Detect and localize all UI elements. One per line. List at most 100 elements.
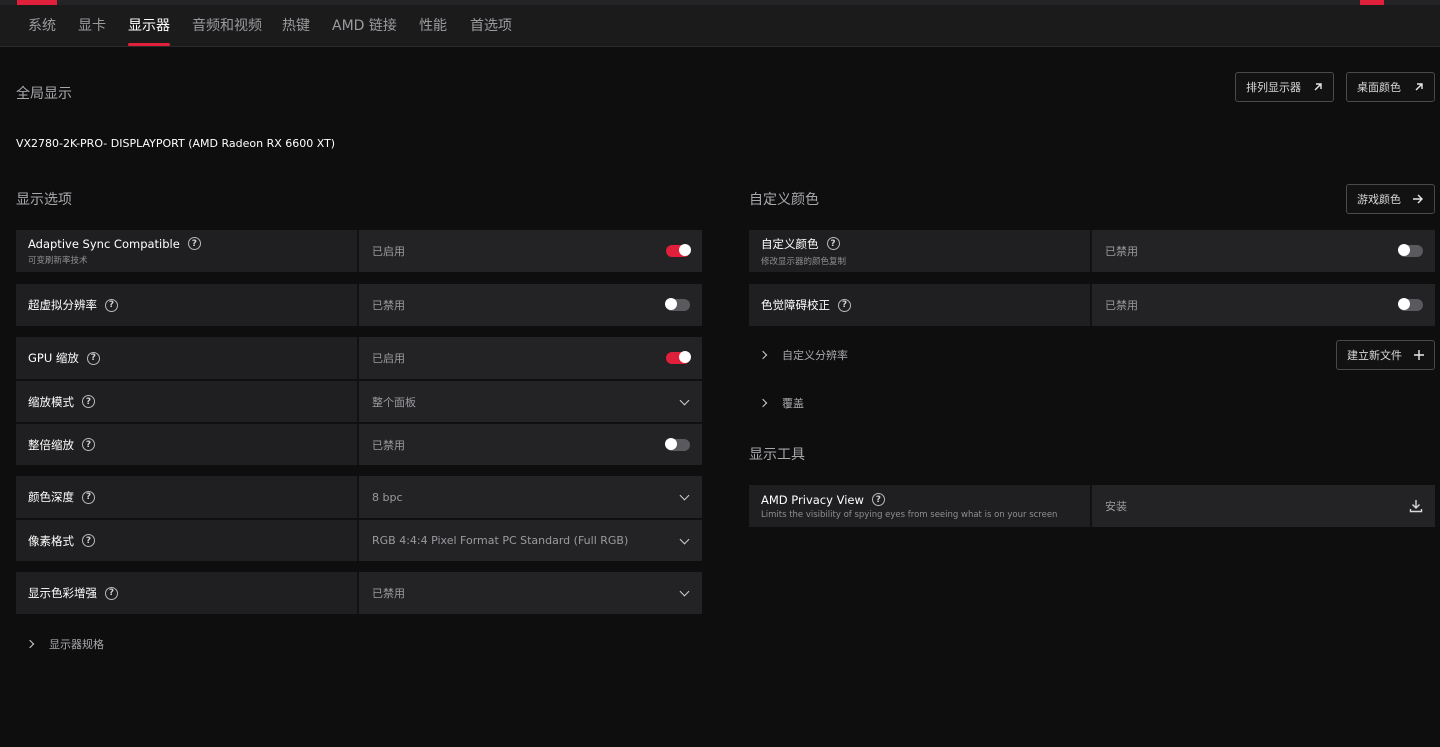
arrow-right-icon bbox=[1413, 194, 1423, 204]
scaling-mode-dropdown[interactable]: 整个面板 bbox=[359, 381, 702, 422]
plus-icon bbox=[1414, 350, 1424, 360]
override-expander[interactable]: 覆盖 bbox=[760, 395, 804, 411]
custom-color-value: 已禁用 bbox=[1105, 245, 1138, 258]
tab-bar: 系统 显卡 显示器 音频和视频 热键 AMD 链接 性能 首选项 bbox=[0, 5, 1440, 47]
help-circle-icon[interactable]: ? bbox=[82, 534, 95, 547]
new-file-button[interactable]: 建立新文件 bbox=[1336, 340, 1435, 370]
toggle-knob bbox=[679, 244, 691, 256]
tab-preferences[interactable]: 首选项 bbox=[470, 5, 512, 47]
custom-color-value-cell: 已禁用 bbox=[1092, 230, 1435, 272]
vsr-value: 已禁用 bbox=[372, 299, 405, 312]
privacy-view-label-line: AMD Privacy View? bbox=[761, 493, 1078, 507]
custom-color-toggle[interactable] bbox=[1398, 244, 1423, 257]
custom-color-heading: 自定义颜色 bbox=[749, 192, 819, 208]
pixel-format-row: 像素格式? RGB 4:4:4 Pixel Format PC Standard… bbox=[16, 519, 702, 561]
help-circle-icon[interactable]: ? bbox=[187, 237, 201, 250]
adaptive-sync-row: Adaptive Sync Compatible? 可变刷新率技术 已启用 bbox=[16, 230, 702, 272]
color-depth-label: 颜色深度 bbox=[28, 490, 74, 504]
color-enhancement-label: 显示色彩增强 bbox=[28, 586, 97, 600]
pixel-format-label-line: 像素格式? bbox=[28, 533, 345, 549]
scaling-mode-label: 缩放模式 bbox=[28, 394, 74, 409]
arrange-displays-button[interactable]: 排列显示器 bbox=[1235, 72, 1334, 102]
tab-hotkeys[interactable]: 热键 bbox=[282, 5, 310, 47]
integer-scaling-toggle[interactable] bbox=[665, 437, 690, 451]
help-circle-icon[interactable]: ? bbox=[105, 586, 118, 600]
pixel-format-label-cell: 像素格式? bbox=[16, 520, 359, 561]
pixel-format-label: 像素格式 bbox=[28, 533, 74, 548]
toggle-knob bbox=[679, 351, 691, 363]
custom-resolution-expander[interactable]: 自定义分辨率 bbox=[760, 347, 848, 363]
color-enhancement-value: 已禁用 bbox=[372, 587, 405, 600]
color-depth-dropdown[interactable]: 8 bpc bbox=[359, 476, 702, 518]
privacy-view-label-cell: AMD Privacy View? Limits the visibility … bbox=[749, 485, 1092, 527]
tab-performance[interactable]: 性能 bbox=[419, 5, 447, 47]
display-specs-label: 显示器规格 bbox=[49, 638, 104, 651]
tab-graphics[interactable]: 显卡 bbox=[78, 5, 106, 47]
gpu-scaling-toggle[interactable] bbox=[666, 351, 691, 364]
adaptive-sync-label-line: Adaptive Sync Compatible? bbox=[28, 237, 345, 251]
vsr-label-cell: 超虚拟分辨率? bbox=[16, 284, 359, 326]
adaptive-sync-toggle[interactable] bbox=[666, 244, 691, 257]
custom-color-sub: 修改显示器的颜色复制 bbox=[761, 256, 847, 267]
privacy-view-row: AMD Privacy View? Limits the visibility … bbox=[749, 485, 1435, 527]
privacy-view-value: 安装 bbox=[1105, 500, 1127, 513]
adaptive-sync-label-cell: Adaptive Sync Compatible? 可变刷新率技术 bbox=[16, 230, 359, 272]
integer-scaling-value: 已禁用 bbox=[372, 438, 405, 452]
color-enhancement-label-line: 显示色彩增强? bbox=[28, 585, 345, 601]
display-specs-expander[interactable]: 显示器规格 bbox=[27, 636, 104, 652]
display-tools-heading: 显示工具 bbox=[749, 447, 805, 463]
help-circle-icon[interactable]: ? bbox=[105, 298, 118, 312]
vsr-toggle[interactable] bbox=[665, 298, 690, 311]
help-circle-icon[interactable]: ? bbox=[82, 490, 95, 504]
desktop-color-button[interactable]: 桌面颜色 bbox=[1346, 72, 1435, 102]
toggle-knob bbox=[665, 437, 677, 450]
color-blindness-label-cell: 色觉障碍校正? bbox=[749, 284, 1092, 326]
help-circle-icon[interactable]: ? bbox=[82, 395, 95, 408]
color-blindness-label-line: 色觉障碍校正? bbox=[761, 297, 1078, 313]
custom-color-label-cell: 自定义颜色? 修改显示器的颜色复制 bbox=[749, 230, 1092, 272]
virtual-super-resolution-row: 超虚拟分辨率? 已禁用 bbox=[16, 284, 702, 326]
download-icon[interactable] bbox=[1409, 499, 1423, 513]
color-enhancement-dropdown[interactable]: 已禁用 bbox=[359, 572, 702, 614]
toggle-knob bbox=[1398, 298, 1410, 310]
chevron-down-icon bbox=[680, 588, 690, 598]
gpu-scaling-label-line: GPU 缩放? bbox=[28, 350, 345, 366]
desktop-color-label: 桌面颜色 bbox=[1357, 81, 1401, 94]
color-depth-label-cell: 颜色深度? bbox=[16, 476, 359, 518]
game-color-button[interactable]: 游戏颜色 bbox=[1346, 184, 1435, 214]
help-circle-icon[interactable]: ? bbox=[82, 438, 95, 451]
tab-audio-video[interactable]: 音频和视频 bbox=[192, 5, 262, 47]
tab-system[interactable]: 系统 bbox=[28, 5, 56, 47]
override-label: 覆盖 bbox=[782, 397, 804, 410]
chevron-down-icon bbox=[680, 492, 690, 502]
tab-amd-link[interactable]: AMD 链接 bbox=[332, 5, 397, 47]
privacy-view-value-cell: 安装 bbox=[1092, 485, 1435, 527]
gpu-scaling-value-cell: 已启用 bbox=[359, 337, 702, 379]
color-blindness-value: 已禁用 bbox=[1105, 299, 1138, 312]
scaling-mode-row: 缩放模式? 整个面板 bbox=[16, 380, 702, 422]
custom-color-label: 自定义颜色 bbox=[761, 236, 819, 251]
arrange-displays-label: 排列显示器 bbox=[1246, 81, 1301, 94]
chevron-down-icon bbox=[680, 536, 690, 546]
scaling-mode-label-line: 缩放模式? bbox=[28, 394, 345, 410]
pixel-format-dropdown[interactable]: RGB 4:4:4 Pixel Format PC Standard (Full… bbox=[359, 520, 702, 561]
global-display-heading: 全局显示 bbox=[16, 86, 72, 102]
vsr-label-line: 超虚拟分辨率? bbox=[28, 297, 345, 313]
integer-scaling-label-line: 整倍缩放? bbox=[28, 437, 345, 453]
monitor-name: VX2780-2K-PRO- DISPLAYPORT (AMD Radeon R… bbox=[16, 137, 336, 150]
game-color-label: 游戏颜色 bbox=[1357, 193, 1401, 206]
tab-display[interactable]: 显示器 bbox=[128, 5, 170, 47]
arrow-up-right-icon bbox=[1415, 83, 1423, 91]
help-circle-icon[interactable]: ? bbox=[86, 351, 100, 365]
help-circle-icon[interactable]: ? bbox=[871, 493, 885, 506]
pixel-format-value: RGB 4:4:4 Pixel Format PC Standard (Full… bbox=[372, 534, 629, 547]
integer-scaling-row: 整倍缩放? 已禁用 bbox=[16, 423, 702, 465]
color-blindness-toggle[interactable] bbox=[1398, 298, 1423, 311]
help-circle-icon[interactable]: ? bbox=[838, 298, 851, 312]
gpu-scaling-value: 已启用 bbox=[372, 352, 405, 365]
color-blindness-row: 色觉障碍校正? 已禁用 bbox=[749, 284, 1435, 326]
help-circle-icon[interactable]: ? bbox=[826, 237, 840, 250]
integer-scaling-value-cell: 已禁用 bbox=[359, 424, 702, 465]
privacy-view-sub: Limits the visibility of spying eyes fro… bbox=[761, 509, 1058, 520]
integer-scaling-label-cell: 整倍缩放? bbox=[16, 424, 359, 465]
